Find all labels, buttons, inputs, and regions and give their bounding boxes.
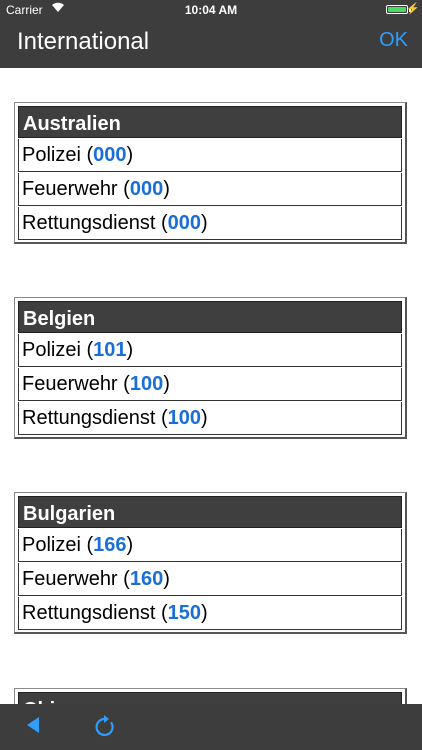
service-label: Polizei [22,534,81,556]
country-header: Australien [18,106,402,138]
service-row[interactable]: Feuerwehr (160) [18,563,402,596]
service-label: Polizei [22,144,81,166]
bottom-toolbar [0,704,422,750]
service-label: Polizei [22,339,81,361]
emergency-number-list[interactable]: Australien Polizei (000) Feuerwehr (000)… [0,68,422,704]
service-label: Feuerwehr [22,373,118,395]
service-label: Feuerwehr [22,178,118,200]
back-triangle-icon[interactable] [22,713,44,737]
service-label: Rettungsdienst [22,602,156,624]
service-row[interactable]: Rettungsdienst (000) [18,207,402,240]
service-row[interactable]: Polizei (101) [18,334,402,367]
service-label: Feuerwehr [22,568,118,590]
country-header: Belgien [18,301,402,333]
navigation-bar: International OK [0,20,422,68]
status-bar: Carrier 10:04 AM ⚡ [0,0,422,20]
service-label: Rettungsdienst [22,407,156,429]
country-table: China [14,688,407,704]
service-row[interactable]: Feuerwehr (000) [18,173,402,206]
status-time: 10:04 AM [184,3,238,17]
service-row[interactable]: Polizei (000) [18,139,402,172]
service-row[interactable]: Polizei (166) [18,529,402,562]
service-row[interactable]: Rettungsdienst (150) [18,597,402,630]
phone-number-link[interactable]: 150 [168,602,201,624]
phone-number-link[interactable]: 101 [93,339,126,361]
phone-number-link[interactable]: 100 [130,373,163,395]
phone-number-link[interactable]: 100 [168,407,201,429]
country-header: Bulgarien [18,496,402,528]
battery-icon [386,5,408,14]
phone-number-link[interactable]: 000 [168,212,201,234]
service-label: Rettungsdienst [22,212,156,234]
country-table: Bulgarien Polizei (166) Feuerwehr (160) … [14,492,407,634]
ok-button[interactable]: OK [379,29,408,52]
page-title: International [17,28,150,55]
phone-number-link[interactable]: 000 [93,144,126,166]
country-table: Belgien Polizei (101) Feuerwehr (100) Re… [14,297,407,439]
country-table: Australien Polizei (000) Feuerwehr (000)… [14,102,407,244]
phone-number-link[interactable]: 166 [93,534,126,556]
service-row[interactable]: Feuerwehr (100) [18,368,402,401]
charging-icon: ⚡ [406,3,420,15]
phone-number-link[interactable]: 000 [130,178,163,200]
service-row[interactable]: Rettungsdienst (100) [18,402,402,435]
reload-icon[interactable] [93,714,117,740]
phone-number-link[interactable]: 160 [130,568,163,590]
country-header: China [18,692,402,704]
